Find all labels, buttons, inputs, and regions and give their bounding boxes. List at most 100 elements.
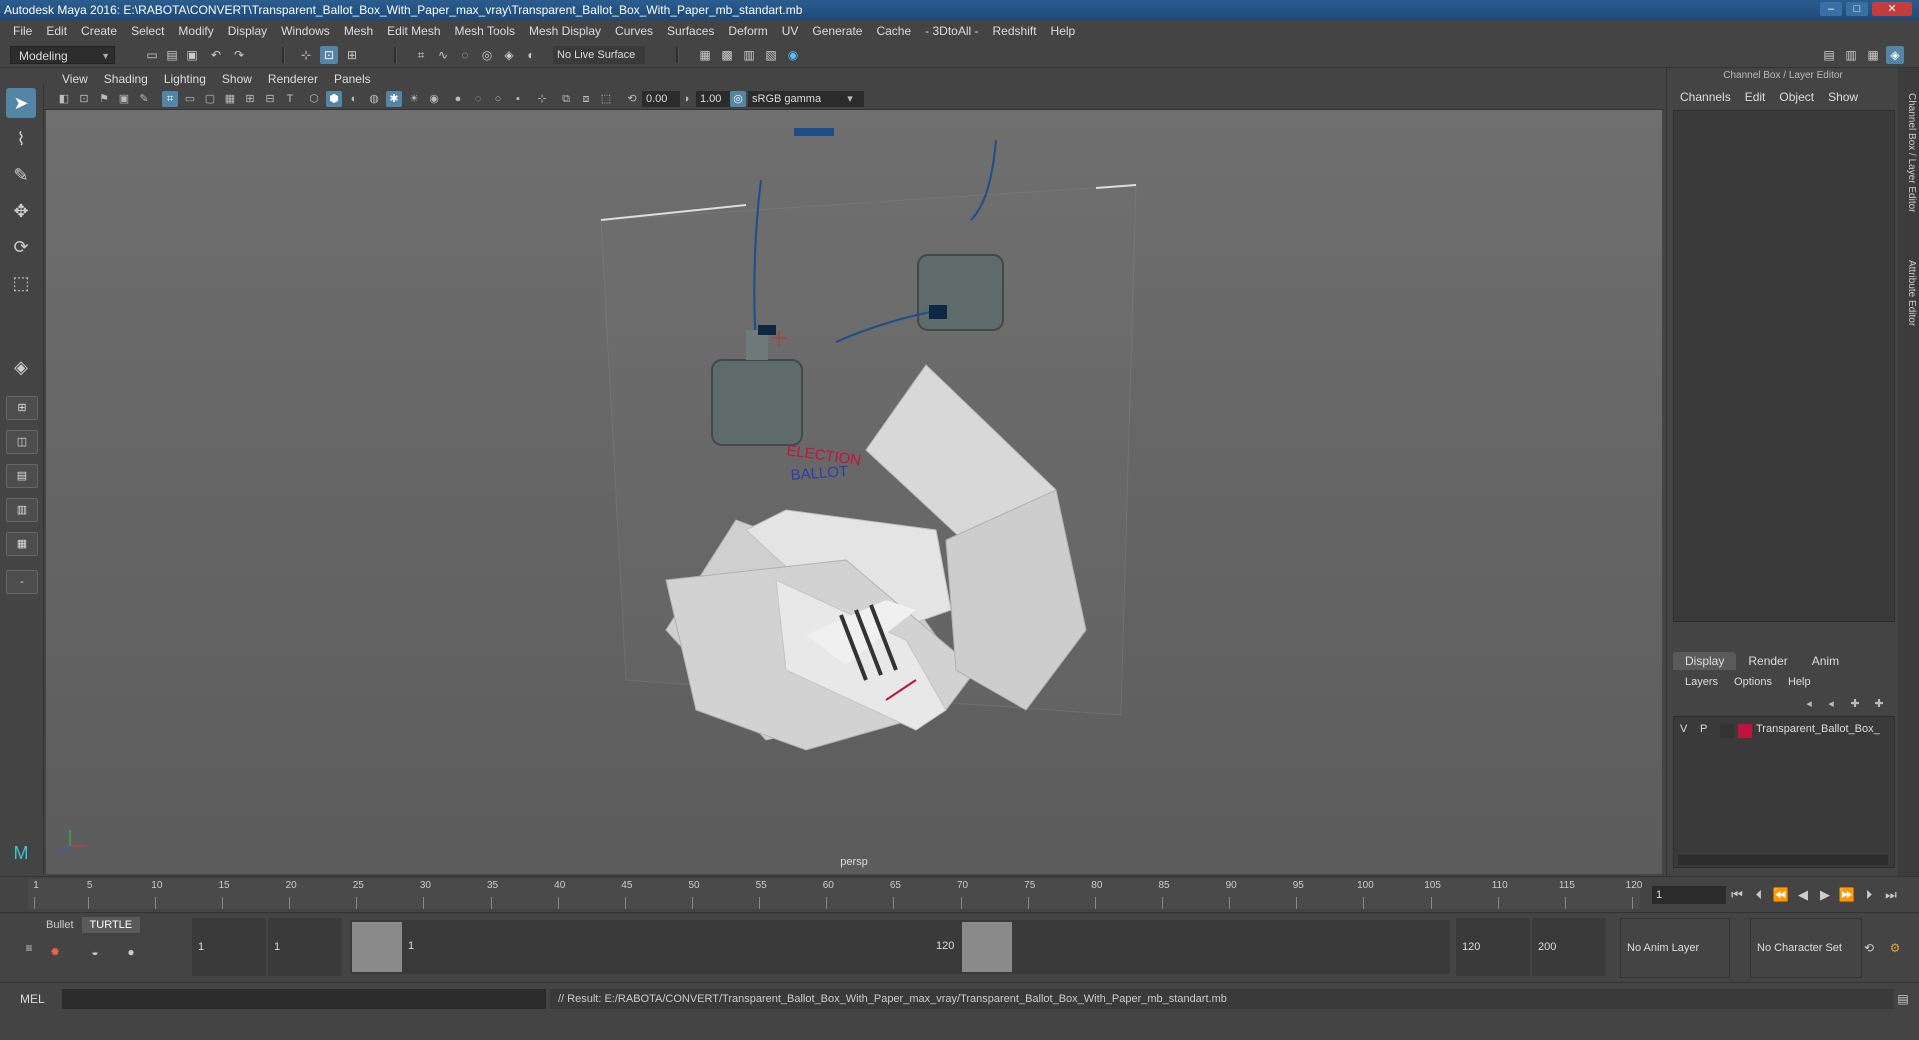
snap-curve-icon[interactable]: ∿ (434, 46, 452, 64)
two-view-layout-icon[interactable]: ◫ (6, 430, 38, 454)
cb-menu-edit[interactable]: Edit (1738, 90, 1773, 104)
paint-select-icon[interactable]: ✎ (6, 160, 36, 190)
redo-icon[interactable]: ↷ (230, 46, 248, 64)
menu-cache[interactable]: Cache (869, 24, 918, 38)
viewport-menu-panels[interactable]: Panels (326, 72, 379, 86)
maximize-icon[interactable]: □ (1846, 2, 1868, 16)
move-tool-icon[interactable]: ✥ (6, 196, 36, 226)
layer-menu-help[interactable]: Help (1780, 676, 1819, 688)
menu-select[interactable]: Select (124, 24, 171, 38)
layer-menu-layers[interactable]: Layers (1677, 676, 1726, 688)
tab-channel-box[interactable]: Channel Box / Layer Editor (1900, 78, 1917, 228)
live-surface-field[interactable]: No Live Surface (553, 46, 645, 64)
minimize-icon[interactable]: – (1820, 2, 1842, 16)
xray-joints-icon[interactable]: ⧉ (558, 91, 574, 107)
rotate-tool-icon[interactable]: ⟳ (6, 232, 36, 262)
menu-curves[interactable]: Curves (608, 24, 660, 38)
step-forward-icon[interactable]: ⏵ (1860, 886, 1878, 904)
select-hierarchy-icon[interactable]: ⊹ (297, 46, 315, 64)
menu-create[interactable]: Create (74, 24, 124, 38)
xray-icon[interactable]: ▪ (510, 91, 526, 107)
snap-view-plane-icon[interactable]: ◎ (478, 46, 496, 64)
tool-settings-icon[interactable]: ▦ (1864, 46, 1882, 64)
viewport-menu-renderer[interactable]: Renderer (260, 72, 326, 86)
shadows-icon[interactable]: ☀ (406, 91, 422, 107)
shelf-tab-turtle[interactable]: TURTLE (81, 917, 141, 933)
four-view-layout-icon[interactable]: ⊞ (6, 396, 38, 420)
snap-surface-icon[interactable]: ◈ (500, 46, 518, 64)
workspace-dropdown[interactable]: Modeling ▼ (10, 46, 115, 64)
menu-display[interactable]: Display (221, 24, 274, 38)
layer-menu-options[interactable]: Options (1726, 676, 1780, 688)
layer-scrollbar[interactable] (1678, 855, 1888, 865)
character-set-dropdown[interactable]: No Character Set (1750, 918, 1862, 978)
menu-uv[interactable]: UV (775, 24, 806, 38)
custom-layout-icon[interactable]: - (6, 570, 38, 594)
animation-preferences-icon[interactable]: ⚙ (1886, 939, 1904, 957)
menu-mesh-display[interactable]: Mesh Display (522, 24, 608, 38)
perspective-viewport[interactable]: ELECTION BALLOT persp (46, 110, 1662, 874)
field-chart-icon[interactable]: ⊞ (242, 91, 258, 107)
move-layer-up-icon[interactable]: ◂ (1801, 696, 1817, 712)
menu-redshift[interactable]: Redshift (986, 24, 1044, 38)
menu-mesh[interactable]: Mesh (337, 24, 380, 38)
smooth-shade-icon[interactable]: ⬢ (326, 91, 342, 107)
layer-type-toggle[interactable] (1720, 724, 1734, 738)
tab-anim[interactable]: Anim (1800, 652, 1851, 670)
sphere-icon[interactable]: ● (122, 943, 140, 961)
shelf-menu-icon[interactable]: ≡ (20, 939, 38, 957)
play-backwards-icon[interactable]: ◀ (1794, 886, 1812, 904)
gamma-field[interactable]: 1.00 (696, 91, 732, 107)
step-back-key-icon[interactable]: ⏪ (1772, 886, 1790, 904)
cb-menu-show[interactable]: Show (1821, 90, 1865, 104)
open-scene-icon[interactable]: ▤ (163, 46, 181, 64)
menu-3dtoall[interactable]: - 3DtoAll - (918, 24, 985, 38)
shelf-tab-bullet[interactable]: Bullet (38, 917, 82, 933)
cb-menu-channels[interactable]: Channels (1673, 90, 1738, 104)
current-frame-field[interactable]: 1 (1652, 886, 1726, 904)
viewport-menu-shading[interactable]: Shading (96, 72, 156, 86)
undo-icon[interactable]: ↶ (207, 46, 225, 64)
viewport-menu-lighting[interactable]: Lighting (156, 72, 214, 86)
new-layer-selected-icon[interactable]: ✚ (1871, 696, 1887, 712)
layer-name[interactable]: Transparent_Ballot_Box_ (1756, 723, 1880, 735)
snap-point-icon[interactable]: ◌ (456, 46, 474, 64)
playback-end-field[interactable]: 120 (1456, 918, 1530, 976)
xray-active-icon[interactable]: ⧈ (578, 91, 594, 107)
save-scene-icon[interactable]: ▣ (183, 46, 201, 64)
tab-render[interactable]: Render (1736, 652, 1799, 670)
script-editor-icon[interactable]: ▤ (1894, 990, 1912, 1008)
new-layer-icon[interactable]: ✚ (1847, 696, 1863, 712)
close-icon[interactable]: ✕ (1872, 2, 1912, 16)
camera-lock-icon[interactable]: ⊡ (76, 91, 92, 107)
gate-mask-icon[interactable]: ▦ (222, 91, 238, 107)
anti-aliasing-icon[interactable]: ◌ (470, 91, 486, 107)
time-ruler[interactable]: 1 5 10 15 20 25 30 35 40 45 50 55 60 65 70 75 80 85 90 95 10… (28, 879, 1642, 909)
channel-box-toggle-icon[interactable]: ◈ (1886, 46, 1904, 64)
exposure-field[interactable]: 0.00 (642, 91, 680, 107)
menu-edit[interactable]: Edit (39, 24, 74, 38)
range-slider[interactable]: 1 120 (350, 920, 1450, 974)
channel-list[interactable] (1673, 110, 1895, 622)
camera-attributes-icon[interactable]: ◧ (56, 91, 72, 107)
command-language-label[interactable]: MEL (20, 992, 45, 1006)
motion-blur-icon[interactable]: ● (450, 91, 466, 107)
bookmark-icon[interactable]: ⚑ (96, 91, 112, 107)
hypershade-layout-icon[interactable]: ▥ (6, 498, 38, 522)
new-scene-icon[interactable]: ▭ (143, 46, 161, 64)
material-icon[interactable]: ◒ (86, 943, 104, 961)
ambient-occlusion-icon[interactable]: ◉ (426, 91, 442, 107)
image-plane-icon[interactable]: ▣ (116, 91, 132, 107)
layer-row[interactable]: V P Transparent_Ballot_Box_ (1676, 723, 1890, 739)
select-object-icon[interactable]: ⊡ (320, 46, 338, 64)
render-frame-icon[interactable]: ▩ (718, 46, 736, 64)
end-frame-field[interactable]: 200 (1532, 918, 1606, 976)
cb-menu-object[interactable]: Object (1772, 90, 1821, 104)
menu-windows[interactable]: Windows (274, 24, 337, 38)
color-management-icon[interactable]: ◎ (730, 91, 746, 107)
auto-key-icon[interactable]: ⟲ (1860, 939, 1878, 957)
play-forwards-icon[interactable]: ▶ (1816, 886, 1834, 904)
hypershade-icon[interactable]: ◉ (784, 46, 802, 64)
grease-pencil-icon[interactable]: ✎ (136, 91, 152, 107)
snap-projected-icon[interactable]: ◐ (522, 46, 540, 64)
